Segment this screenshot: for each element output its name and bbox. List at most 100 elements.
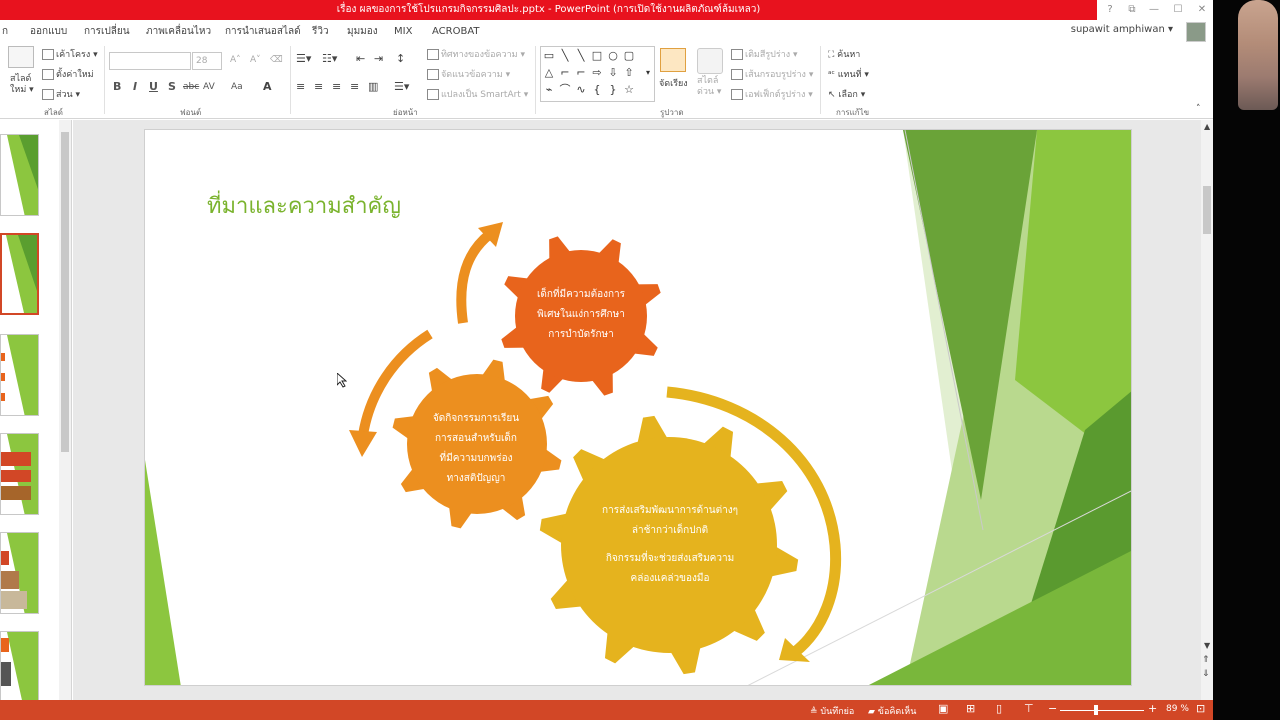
section-button[interactable]: ส่วน ▾ [42, 87, 80, 101]
text-direction-button[interactable]: ทิศทางของข้อความ ▾ [427, 47, 525, 61]
quick-styles-button[interactable]: สไตล์ ด่วน ▾ [697, 76, 721, 98]
new-slide-icon[interactable] [8, 46, 34, 68]
shadow-button[interactable]: S [168, 80, 176, 93]
justify-icon[interactable]: ≡ [350, 80, 359, 93]
align-left-icon[interactable]: ≡ [296, 80, 305, 93]
avatar[interactable] [1186, 22, 1206, 42]
columns-icon[interactable]: ▥ [368, 80, 378, 93]
slide-thumbnail[interactable] [0, 134, 39, 216]
line-shape-icon[interactable]: ╲ [557, 48, 573, 64]
previous-slide-icon[interactable]: ⇑ [1202, 655, 1210, 665]
change-case-button[interactable]: Aa [231, 82, 243, 92]
italic-button[interactable]: I [133, 80, 137, 93]
slide-thumbnail[interactable] [0, 532, 39, 614]
tab-review[interactable]: รีวิว [312, 24, 329, 40]
minimize-button[interactable]: — [1146, 2, 1162, 18]
maximize-button[interactable]: ☐ [1170, 2, 1186, 18]
zoom-out-button[interactable]: − [1048, 702, 1057, 715]
connector-shape-icon[interactable]: ⌐ [557, 65, 573, 81]
slide-title[interactable]: ที่มาและความสำคัญ [207, 188, 401, 223]
tab-slideshow[interactable]: การนำเสนอสไลด์ [225, 24, 301, 40]
smartart-button[interactable]: แปลงเป็น SmartArt ▾ [427, 87, 528, 101]
lightning-shape-icon[interactable]: ⌁ [541, 82, 557, 98]
fit-slide-icon[interactable]: ⊡ [1196, 702, 1205, 715]
slide-sorter-icon[interactable]: ⊞ [966, 702, 975, 715]
grow-font-icon[interactable]: A˄ [230, 55, 241, 65]
align-right-icon[interactable]: ≡ [332, 80, 341, 93]
slide[interactable]: ที่มาและความสำคัญ เด็กที่มีความต้องการ พ… [144, 129, 1132, 686]
tab-animations[interactable]: ภาพเคลื่อนไหว [146, 24, 211, 40]
gear-text-bottom[interactable]: การส่งเสริมพัฒนาการด้านต่างๆ ล่าช้ากว่าเ… [575, 501, 765, 589]
shape-effects-button[interactable]: เอฟเฟ็กต์รูปร่าง ▾ [731, 87, 813, 101]
tab-design[interactable]: ออกแบบ [30, 24, 67, 40]
zoom-slider-thumb[interactable] [1094, 705, 1098, 715]
brace-shape-icon[interactable]: { [589, 82, 605, 98]
reset-button[interactable]: ตั้งค่าใหม่ [42, 67, 94, 81]
strikethrough-button[interactable]: abc [183, 82, 199, 92]
arrange-icon[interactable] [660, 48, 686, 72]
scroll-down-icon[interactable]: ▼ [1204, 641, 1210, 650]
font-size-input[interactable]: 28 [192, 52, 222, 70]
triangle-shape-icon[interactable]: △ [541, 65, 557, 81]
decrease-indent-icon[interactable]: ⇤ [356, 52, 365, 65]
tab-transitions[interactable]: การเปลี่ยน [84, 24, 130, 40]
oval-shape-icon[interactable]: ○ [605, 48, 621, 64]
notes-button[interactable]: ≜ บันทึกย่อ [810, 704, 854, 718]
normal-view-icon[interactable]: ▣ [938, 702, 948, 715]
star-shape-icon[interactable]: ☆ [621, 82, 637, 98]
comments-button[interactable]: ▰ ข้อคิดเห็น [868, 704, 916, 718]
arrow-right-shape-icon[interactable]: ⇨ [589, 65, 605, 81]
gallery-more-icon[interactable]: ▾ [640, 65, 656, 81]
tab-acrobat[interactable]: ACROBAT [432, 24, 480, 40]
numbering-icon[interactable]: ☷▾ [322, 52, 337, 65]
ribbon-display-button[interactable]: ⧉ [1124, 2, 1140, 18]
tab-home[interactable]: ก [2, 24, 8, 40]
quick-styles-icon[interactable] [697, 48, 723, 74]
zoom-level[interactable]: 89 % [1166, 704, 1189, 714]
shrink-font-icon[interactable]: A˅ [250, 55, 261, 65]
line-spacing-icon[interactable]: ↕ [396, 52, 405, 65]
connector-shape-icon[interactable]: ⌐ [573, 65, 589, 81]
rectangle-shape-icon[interactable]: □ [589, 48, 605, 64]
slide-scroll-thumb[interactable] [1203, 186, 1211, 234]
clear-format-icon[interactable]: ⌫ [270, 55, 283, 65]
curve-shape-icon[interactable]: ∿ [573, 82, 589, 98]
layout-button[interactable]: เค้าโครง ▾ [42, 47, 98, 61]
thumbnails-scroll-thumb[interactable] [61, 132, 69, 452]
close-button[interactable]: ✕ [1194, 2, 1210, 18]
brace-shape-icon[interactable]: } [605, 82, 621, 98]
arc-shape-icon[interactable]: ⌒ [557, 82, 573, 98]
collapse-ribbon-icon[interactable]: ˄ [1196, 104, 1201, 114]
line-shape-icon[interactable]: ╲ [573, 48, 589, 64]
new-slide-button[interactable]: สไลด์ ใหม่ ▾ [10, 74, 34, 96]
shape-outline-button[interactable]: เส้นกรอบรูปร่าง ▾ [731, 67, 813, 81]
user-account[interactable]: supawit amphiwan ▾ [1071, 24, 1173, 35]
bullets-icon[interactable]: ☰▾ [296, 52, 311, 65]
find-button[interactable]: ⛶ ค้นหา [828, 47, 860, 61]
textbox-shape-icon[interactable]: ▭ [541, 48, 557, 64]
rounded-rect-shape-icon[interactable]: ▢ [621, 48, 637, 64]
zoom-slider-track[interactable] [1060, 710, 1144, 711]
zoom-in-button[interactable]: + [1148, 702, 1157, 715]
gear-text-top[interactable]: เด็กที่มีความต้องการ พิเศษในแง่การศึกษา … [501, 285, 661, 345]
font-color-button[interactable]: A [263, 80, 272, 93]
arrow-down-shape-icon[interactable]: ⇩ [605, 65, 621, 81]
help-button[interactable]: ? [1102, 2, 1118, 18]
slide-thumbnail-selected[interactable] [0, 233, 39, 315]
font-name-input[interactable] [109, 52, 191, 70]
tab-view[interactable]: มุมมอง [347, 24, 378, 40]
replace-button[interactable]: ᵃᶜ แทนที่ ▾ [828, 67, 869, 81]
tab-mix[interactable]: MIX [394, 24, 412, 40]
reading-view-icon[interactable]: ▯ [996, 702, 1002, 715]
shape-fill-button[interactable]: เติมสีรูปร่าง ▾ [731, 47, 798, 61]
slideshow-icon[interactable]: ⊤ [1024, 702, 1034, 715]
scroll-up-icon[interactable]: ▲ [1204, 122, 1210, 131]
arrow-shape-icon[interactable]: ⇧ [621, 65, 637, 81]
next-slide-icon[interactable]: ⇓ [1202, 669, 1210, 679]
increase-indent-icon[interactable]: ⇥ [374, 52, 383, 65]
bold-button[interactable]: B [113, 80, 121, 93]
arrange-button[interactable]: จัดเรียง [659, 76, 688, 90]
slide-thumbnail[interactable] [0, 433, 39, 515]
columns-alt-icon[interactable]: ☰▾ [394, 80, 409, 93]
shapes-gallery[interactable]: ▭ ╲ ╲ □ ○ ▢ △ ⌐ ⌐ ⇨ ⇩ ⇧ ⌁ ⌒ ∿ { } ☆ ▾ [540, 46, 655, 102]
